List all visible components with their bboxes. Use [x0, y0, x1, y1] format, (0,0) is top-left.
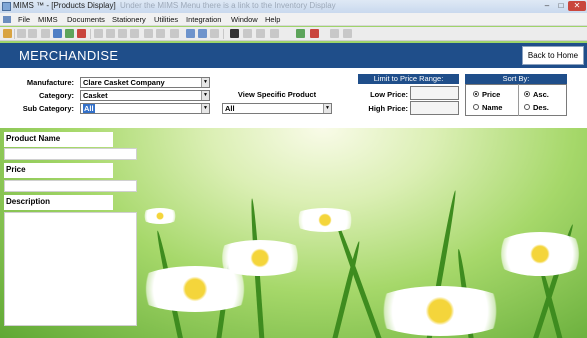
price-field[interactable] [4, 180, 137, 192]
forward-icon[interactable] [28, 29, 37, 38]
next-icon[interactable] [118, 29, 127, 38]
undo-icon[interactable] [41, 29, 50, 38]
exit-icon[interactable] [270, 29, 279, 38]
daisy-flower [130, 266, 260, 312]
low-price-input[interactable] [410, 86, 459, 100]
window-title: MIMS ™ - [Products Display] [13, 1, 116, 10]
sort-name-label[interactable]: Name [482, 103, 502, 112]
low-price-label: Low Price: [370, 90, 408, 99]
title-bar: MIMS ™ - [Products Display] Under the MI… [0, 0, 587, 13]
prev-icon[interactable] [106, 29, 115, 38]
subcategory-select[interactable]: All ▼ [80, 103, 210, 114]
sort-name-radio[interactable] [473, 104, 479, 110]
category-label: Category: [38, 91, 74, 100]
document-icon [3, 16, 11, 23]
save-icon[interactable] [210, 29, 219, 38]
print-icon[interactable] [170, 29, 179, 38]
sort-des-radio[interactable] [524, 104, 530, 110]
product-name-label: Product Name [4, 132, 113, 147]
price-range-heading: Limit to Price Range: [358, 74, 459, 84]
binoculars-icon[interactable] [230, 29, 239, 38]
close-doc-icon[interactable] [330, 29, 339, 38]
menu-mims[interactable]: MIMS [38, 15, 58, 24]
daisy-flower [490, 232, 587, 276]
search-icon[interactable] [53, 29, 62, 38]
menu-stationery[interactable]: Stationery [112, 15, 146, 24]
menu-documents[interactable]: Documents [67, 15, 105, 24]
back-to-home-button[interactable]: Back to Home [522, 46, 584, 65]
category-value: Casket [83, 91, 108, 100]
back-icon[interactable] [17, 29, 26, 38]
page-title: MERCHANDISE [19, 48, 119, 63]
toolbar-separator [14, 29, 15, 39]
add-icon[interactable] [256, 29, 265, 38]
sort-des-label[interactable]: Des. [533, 103, 549, 112]
sort-asc-label[interactable]: Asc. [533, 90, 549, 99]
high-price-label: High Price: [368, 104, 408, 113]
daisy-flower [140, 208, 180, 224]
sort-by-heading: Sort By: [465, 74, 567, 84]
price-label: Price [4, 163, 113, 178]
sort-divider [518, 84, 519, 116]
copy-icon[interactable] [186, 29, 195, 38]
manufacture-value: Clare Casket Company [83, 78, 165, 87]
chevron-down-icon[interactable]: ▼ [201, 78, 209, 87]
paste-icon[interactable] [198, 29, 207, 38]
tree-icon[interactable] [296, 29, 305, 38]
daisy-flower [365, 286, 515, 336]
sort-price-label[interactable]: Price [482, 90, 500, 99]
description-field[interactable] [4, 212, 137, 326]
first-icon[interactable] [94, 29, 103, 38]
sort-panel [465, 84, 567, 116]
chevron-down-icon[interactable]: ▼ [323, 104, 331, 113]
refresh-icon[interactable] [156, 29, 165, 38]
minimize-button[interactable]: – [540, 1, 554, 11]
chevron-down-icon[interactable]: ▼ [201, 91, 209, 100]
caption-overlay: Under the MIMS Menu there is a link to t… [120, 1, 336, 10]
sort-price-radio[interactable] [473, 91, 479, 97]
daisy-flower [290, 208, 360, 232]
home-icon[interactable] [3, 29, 12, 38]
app-icon [2, 2, 11, 11]
toolbar-separator [223, 29, 224, 39]
close-button[interactable]: ✕ [568, 1, 586, 11]
redo-icon[interactable] [243, 29, 252, 38]
tag-icon[interactable] [310, 29, 319, 38]
sort-icon[interactable] [77, 29, 86, 38]
subcategory-value: All [83, 104, 95, 113]
menu-utilities[interactable]: Utilities [154, 15, 178, 24]
view-product-value: All [225, 104, 235, 113]
delete-icon[interactable] [144, 29, 153, 38]
high-price-input[interactable] [410, 101, 459, 115]
menu-window[interactable]: Window [231, 15, 258, 24]
category-select[interactable]: Casket ▼ [80, 90, 210, 101]
page-header: MERCHANDISE Back to Home [0, 43, 587, 68]
filter-icon[interactable] [65, 29, 74, 38]
view-product-select[interactable]: All ▼ [222, 103, 332, 114]
view-product-label: View Specific Product [237, 90, 317, 99]
sort-asc-radio[interactable] [524, 91, 530, 97]
menu-integration[interactable]: Integration [186, 15, 221, 24]
description-label: Description [4, 195, 113, 210]
menu-help[interactable]: Help [265, 15, 280, 24]
chevron-down-icon[interactable]: ▼ [201, 104, 209, 113]
maximize-button[interactable]: □ [554, 1, 568, 11]
menu-bar: File MIMS Documents Stationery Utilities… [0, 13, 587, 26]
subcategory-label: Sub Category: [22, 104, 74, 113]
product-name-field[interactable] [4, 148, 137, 160]
menu-file[interactable]: File [18, 15, 30, 24]
toolbar [0, 27, 587, 41]
window-icon[interactable] [343, 29, 352, 38]
manufacture-label: Manufacture: [26, 78, 74, 87]
toolbar-separator [90, 29, 91, 39]
last-icon[interactable] [130, 29, 139, 38]
manufacture-select[interactable]: Clare Casket Company ▼ [80, 77, 210, 88]
